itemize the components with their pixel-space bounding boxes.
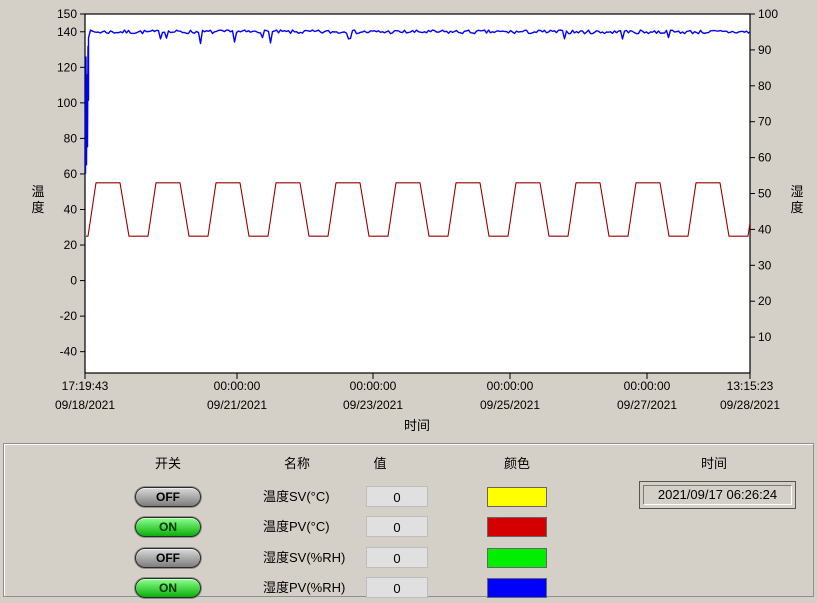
temp-sv-toggle-button[interactable]: OFF xyxy=(135,487,201,507)
svg-text:140: 140 xyxy=(57,25,77,39)
svg-text:09/28/2021: 09/28/2021 xyxy=(720,398,780,412)
column-header-color: 颜色 xyxy=(504,453,530,472)
humi-pv-toggle-button[interactable]: ON xyxy=(135,578,201,598)
channel-color-swatch[interactable] xyxy=(487,517,547,537)
svg-text:80: 80 xyxy=(758,79,772,93)
svg-text:-20: -20 xyxy=(60,309,78,323)
svg-text:80: 80 xyxy=(64,131,78,145)
svg-text:09/21/2021: 09/21/2021 xyxy=(207,398,267,412)
svg-text:17:19:43: 17:19:43 xyxy=(62,379,109,393)
temp-pv-toggle-button[interactable]: ON xyxy=(135,517,201,537)
svg-text:40: 40 xyxy=(758,222,772,236)
svg-text:度: 度 xyxy=(31,200,44,215)
svg-text:20: 20 xyxy=(64,238,78,252)
svg-text:13:15:23: 13:15:23 xyxy=(727,379,774,393)
trend-chart-area: 150 140 120 100 80 60 40 20 0 -20 -40 100 90 80 70 60 50… xyxy=(0,0,817,443)
svg-text:120: 120 xyxy=(57,60,77,74)
svg-text:09/23/2021: 09/23/2021 xyxy=(343,398,403,412)
channel-value-indicator: 0 xyxy=(366,547,428,568)
svg-text:00:00:00: 00:00:00 xyxy=(624,379,671,393)
svg-text:度: 度 xyxy=(790,200,803,215)
svg-text:温: 温 xyxy=(31,184,44,199)
svg-text:09/18/2021: 09/18/2021 xyxy=(55,398,115,412)
channel-value-indicator: 0 xyxy=(366,486,428,507)
svg-text:09/25/2021: 09/25/2021 xyxy=(480,398,540,412)
datetime-display-value: 2021/09/17 06:26:24 xyxy=(643,485,792,505)
channel-value-indicator: 0 xyxy=(366,516,428,537)
svg-text:00:00:00: 00:00:00 xyxy=(350,379,397,393)
svg-text:10: 10 xyxy=(758,330,772,344)
column-header-time: 时间 xyxy=(701,453,727,472)
channel-color-swatch[interactable] xyxy=(487,548,547,568)
column-header-name: 名称 xyxy=(284,453,310,472)
control-panel: 开关 名称 值 颜色 时间 OFF 温度SV(°C) 0 ON 温度PV(°C)… xyxy=(3,443,814,597)
column-header-switch: 开关 xyxy=(155,453,181,472)
svg-text:30: 30 xyxy=(758,258,772,272)
svg-text:90: 90 xyxy=(758,43,772,57)
svg-text:60: 60 xyxy=(64,167,78,181)
svg-text:100: 100 xyxy=(758,7,778,21)
svg-text:00:00:00: 00:00:00 xyxy=(214,379,261,393)
channel-row-humi-sv: OFF 湿度SV(%RH) 0 xyxy=(4,543,813,573)
channel-value-indicator: 0 xyxy=(366,577,428,598)
svg-text:50: 50 xyxy=(758,187,772,201)
recorder-app-window: 150140120100806040200-20-401009080706050… xyxy=(0,0,817,599)
channel-row-temp-pv: ON 温度PV(°C) 0 xyxy=(4,512,813,542)
svg-text:-40: -40 xyxy=(60,345,78,359)
datetime-display: 2021/09/17 06:26:24 xyxy=(639,481,796,509)
humi-sv-toggle-button[interactable]: OFF xyxy=(135,548,201,568)
svg-text:150: 150 xyxy=(57,7,77,21)
trend-chart: 150 140 120 100 80 60 40 20 0 -20 -40 100 90 80 70 60 50… xyxy=(0,0,817,443)
svg-text:00:00:00: 00:00:00 xyxy=(487,379,534,393)
svg-text:时间: 时间 xyxy=(404,418,430,433)
svg-text:40: 40 xyxy=(64,202,78,216)
svg-text:湿: 湿 xyxy=(790,184,803,199)
svg-text:70: 70 xyxy=(758,115,772,129)
svg-text:60: 60 xyxy=(758,151,772,165)
channel-color-swatch[interactable] xyxy=(487,487,547,507)
svg-text:100: 100 xyxy=(57,96,77,110)
svg-text:09/27/2021: 09/27/2021 xyxy=(617,398,677,412)
channel-color-swatch[interactable] xyxy=(487,578,547,598)
svg-text:20: 20 xyxy=(758,294,772,308)
svg-text:0: 0 xyxy=(70,274,77,288)
column-header-value: 值 xyxy=(373,453,386,472)
